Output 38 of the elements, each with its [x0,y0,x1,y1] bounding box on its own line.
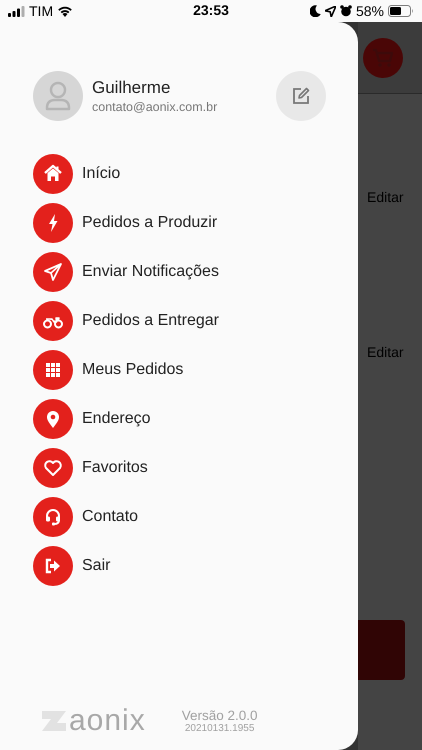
edit-icon [291,86,311,106]
heart-circle-icon [33,448,73,488]
menu-item[interactable]: Meus Pedidos [33,350,358,390]
menu-item[interactable]: Endereço [33,399,358,439]
lightning-circle-icon [33,203,73,243]
clock-time: 23:53 [193,2,229,18]
logo-mark-icon [41,709,67,733]
home-circle-icon [33,154,73,194]
edit-profile-button[interactable] [276,71,326,121]
location-pin-circle-icon [33,399,73,439]
avatar-icon [33,71,83,121]
version-number: Versão 2.0.0 [182,708,258,723]
motorcycle-circle-icon [33,301,73,341]
menu-item[interactable]: Contato [33,497,358,537]
menu-item[interactable]: Pedidos a Entregar [33,301,358,341]
logo-text: aonix [69,706,146,736]
location-arrow-icon [324,6,336,16]
paper-plane-circle-icon [33,252,73,292]
menu-item[interactable]: Início [33,154,358,194]
battery-percentage: 58% [356,3,384,19]
user-name: Guilherme [92,78,172,98]
menu-item[interactable]: Pedidos a Produzir [33,203,358,243]
build-number: 20210131.1955 [184,723,256,734]
carrier-name: TIM [29,3,54,19]
grid-circle-icon [33,350,73,390]
wifi-icon [57,5,74,17]
battery-icon [388,5,414,17]
menu-item[interactable]: Enviar Notificações [33,252,358,292]
headset-circle-icon [33,497,73,537]
user-email: contato@aonix.com.br [92,100,218,114]
menu-item[interactable]: Favoritos [33,448,358,488]
logout-circle-icon [33,546,73,586]
cart-button[interactable] [363,38,403,78]
action-button[interactable] [358,620,405,680]
signal-icon [8,6,25,16]
moon-icon [310,5,321,17]
menu-item[interactable]: Sair [33,546,358,586]
alarm-clock-icon [340,5,352,17]
